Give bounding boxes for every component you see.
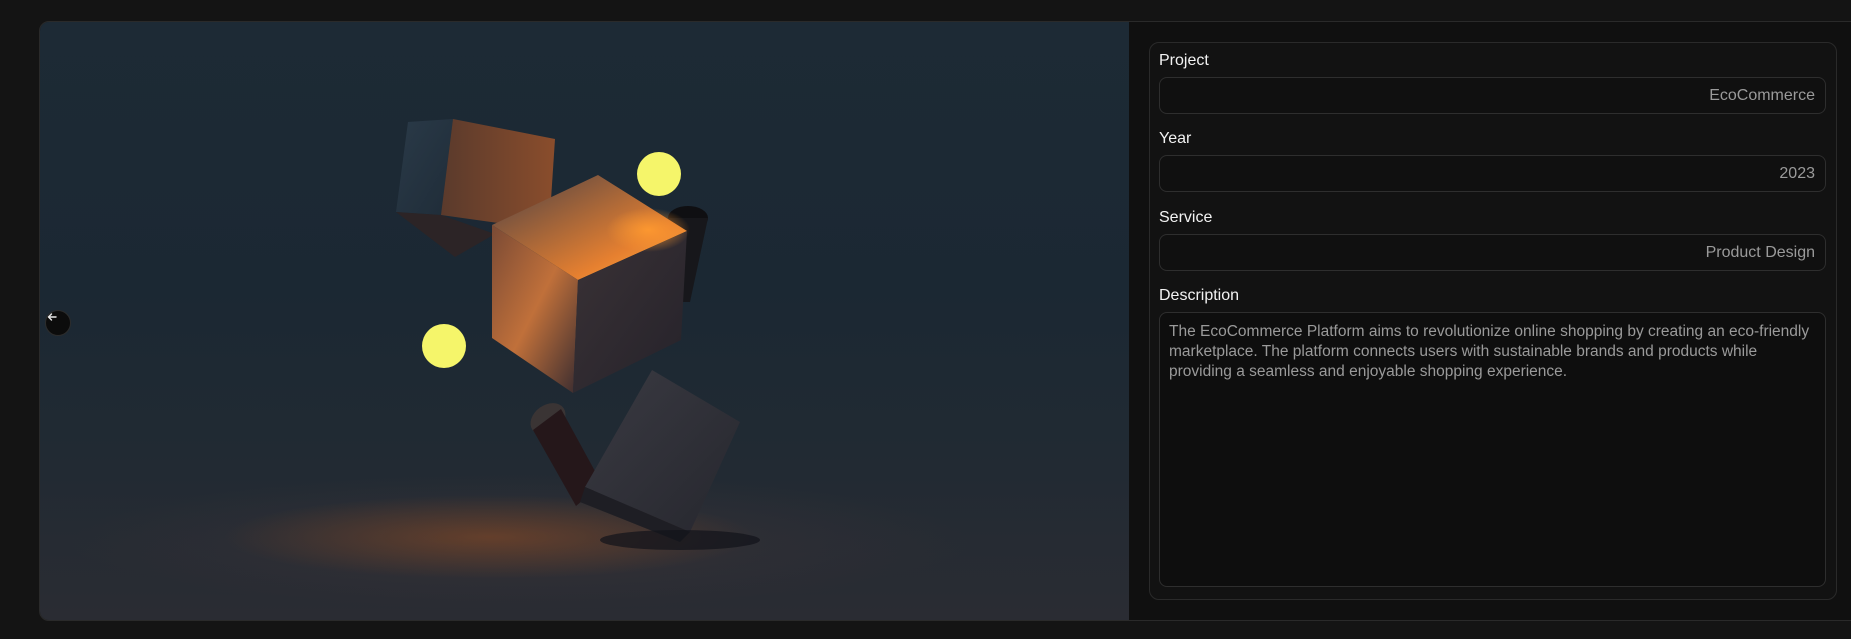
project-hero-image [40, 22, 1129, 620]
service-value: Product Design [1705, 243, 1815, 261]
arrow-left-icon [47, 313, 57, 321]
service-field: Service Product Design [1159, 208, 1826, 271]
project-card: Project EcoCommerce Year 2023 Service Pr… [39, 21, 1851, 621]
year-label: Year [1159, 130, 1192, 147]
description-textarea[interactable]: The EcoCommerce Platform aims to revolut… [1159, 312, 1826, 587]
project-field: Project EcoCommerce [1159, 51, 1826, 114]
project-label: Project [1159, 52, 1209, 69]
year-field: Year 2023 [1159, 129, 1826, 192]
yellow-sphere [637, 152, 681, 196]
year-input[interactable]: 2023 [1159, 155, 1826, 192]
service-label: Service [1159, 209, 1213, 226]
back-button[interactable] [45, 310, 71, 336]
description-label: Description [1159, 287, 1240, 304]
year-value: 2023 [1779, 164, 1815, 182]
project-input[interactable]: EcoCommerce [1159, 77, 1826, 114]
yellow-sphere [422, 324, 466, 368]
service-input[interactable]: Product Design [1159, 234, 1826, 271]
description-value: The EcoCommerce Platform aims to revolut… [1169, 323, 1810, 380]
abstract-cubes-image [396, 119, 760, 550]
project-value: EcoCommerce [1709, 86, 1815, 104]
project-details-panel: Project EcoCommerce Year 2023 Service Pr… [1149, 42, 1837, 600]
description-field: Description The EcoCommerce Platform aim… [1159, 286, 1826, 587]
